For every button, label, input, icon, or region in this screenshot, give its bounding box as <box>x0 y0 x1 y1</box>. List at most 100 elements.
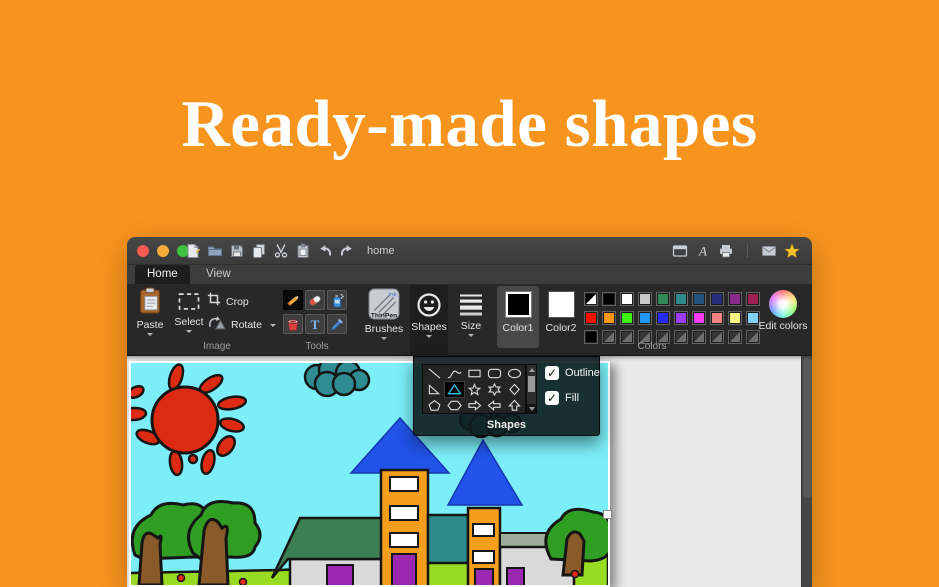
copy-icon[interactable] <box>251 243 267 259</box>
titlebar-right-toolbar: A <box>672 243 800 259</box>
eraser-tool-button[interactable] <box>305 290 325 310</box>
tab-home[interactable]: Home <box>135 265 190 284</box>
pencil-tool-button[interactable] <box>283 290 303 310</box>
scrollbar-thumb[interactable] <box>803 358 812 498</box>
shape-diamond[interactable] <box>505 382 524 397</box>
shape-scroll-thumb[interactable] <box>528 376 535 392</box>
paste-clipboard-icon <box>138 287 162 319</box>
palette-swatch[interactable] <box>728 311 742 325</box>
size-button[interactable]: Size <box>452 285 490 337</box>
new-file-icon[interactable] <box>185 243 201 259</box>
shape-arrow-up[interactable] <box>505 398 524 413</box>
mail-icon[interactable] <box>761 243 777 259</box>
shape-triangle[interactable] <box>445 382 464 397</box>
save-icon[interactable] <box>229 243 245 259</box>
paste-icon[interactable] <box>295 243 311 259</box>
select-label: Select <box>174 316 203 328</box>
shape-rectangle[interactable] <box>465 366 484 381</box>
svg-text:ThinPen: ThinPen <box>371 312 398 319</box>
shape-grid-scrollbar[interactable] <box>526 364 537 414</box>
image-group-label: Image <box>162 341 272 352</box>
titlebar: home A <box>127 237 812 265</box>
shape-star-5[interactable] <box>465 382 484 397</box>
color-picker-tool-button[interactable] <box>327 314 347 334</box>
paste-button[interactable]: Paste <box>131 287 169 336</box>
shape-ellipse[interactable] <box>505 366 524 381</box>
palette-swatch[interactable] <box>656 292 670 306</box>
size-caret <box>468 334 474 337</box>
crop-button[interactable]: Crop <box>207 292 249 311</box>
palette-swatch[interactable] <box>638 292 652 306</box>
select-caret <box>186 330 192 333</box>
scroll-up-icon[interactable] <box>527 365 536 374</box>
rotate-button[interactable]: Rotate <box>207 315 276 335</box>
palette-swatch[interactable] <box>692 292 706 306</box>
palette-swatch-empty[interactable] <box>728 330 742 344</box>
open-folder-icon[interactable] <box>207 243 223 259</box>
palette-swatch[interactable] <box>620 292 634 306</box>
favorite-star-icon[interactable] <box>784 243 800 259</box>
color2-button[interactable]: Color2 <box>540 286 582 348</box>
fonts-icon[interactable]: A <box>695 243 711 259</box>
size-label: Size <box>461 320 481 332</box>
ribbon: Paste Select Crop Rotate Image T Tools I… <box>127 284 812 356</box>
palette-swatch[interactable] <box>746 292 760 306</box>
fill-checkbox[interactable]: ✓ <box>545 391 559 405</box>
palette-swatch-empty[interactable] <box>710 330 724 344</box>
shape-arrow-left[interactable] <box>485 398 504 413</box>
shapes-caret <box>426 335 432 338</box>
vertical-scrollbar[interactable] <box>801 356 812 587</box>
text-tool-button[interactable]: T <box>305 314 325 334</box>
shape-hexagon[interactable] <box>445 398 464 413</box>
scroll-down-icon[interactable] <box>527 404 536 413</box>
printer-icon[interactable] <box>718 243 734 259</box>
brushes-label: Brushes <box>365 323 404 335</box>
palette-swatch-empty[interactable] <box>746 330 760 344</box>
close-button[interactable] <box>137 245 149 257</box>
page-title: Ready-made shapes <box>0 86 939 163</box>
palette-swatch[interactable] <box>710 311 724 325</box>
palette-swatch[interactable] <box>674 311 688 325</box>
svg-text:A: A <box>698 244 707 259</box>
palette-swatch[interactable] <box>584 292 598 306</box>
minimize-button[interactable] <box>157 245 169 257</box>
selection-handle[interactable] <box>603 510 612 519</box>
palette-swatch[interactable] <box>638 311 652 325</box>
cut-icon[interactable] <box>273 243 289 259</box>
shapes-button[interactable]: Shapes <box>410 285 448 356</box>
shape-pentagon[interactable] <box>425 398 444 413</box>
redo-icon[interactable] <box>339 243 355 259</box>
palette-swatch[interactable] <box>692 311 706 325</box>
palette-swatch[interactable] <box>602 311 616 325</box>
palette-swatch[interactable] <box>620 311 634 325</box>
svg-text:Ink: Ink <box>388 292 397 299</box>
color1-button[interactable]: Color1 <box>497 286 539 348</box>
shape-star-6[interactable] <box>485 382 504 397</box>
palette-swatch[interactable] <box>728 292 742 306</box>
fill-bucket-tool-button[interactable] <box>283 314 303 334</box>
edit-colors-button[interactable]: Edit colors <box>759 287 807 332</box>
thinpen-brush-icon: Ink ThinPen <box>368 288 400 320</box>
palette-swatch[interactable] <box>710 292 724 306</box>
teal-block <box>428 515 468 563</box>
tools-grid: T <box>283 290 349 334</box>
window-icon[interactable] <box>672 243 688 259</box>
undo-icon[interactable] <box>317 243 333 259</box>
palette-swatch[interactable] <box>584 330 598 344</box>
palette-swatch[interactable] <box>656 311 670 325</box>
shape-arrow-right[interactable] <box>465 398 484 413</box>
shape-right-triangle[interactable] <box>425 382 444 397</box>
shape-rounded-rectangle[interactable] <box>485 366 504 381</box>
sun <box>152 387 218 453</box>
palette-swatch[interactable] <box>674 292 688 306</box>
outline-checkbox[interactable]: ✓ <box>545 366 559 380</box>
shape-curve[interactable] <box>445 366 464 381</box>
select-button[interactable]: Select <box>169 287 209 333</box>
palette-swatch[interactable] <box>584 311 598 325</box>
tab-view[interactable]: View <box>194 265 243 284</box>
palette-swatch[interactable] <box>602 292 616 306</box>
rotate-icon <box>207 315 226 335</box>
shape-line[interactable] <box>425 366 444 381</box>
spray-tool-button[interactable] <box>327 290 347 310</box>
brushes-button[interactable]: Ink ThinPen Brushes <box>360 286 408 340</box>
